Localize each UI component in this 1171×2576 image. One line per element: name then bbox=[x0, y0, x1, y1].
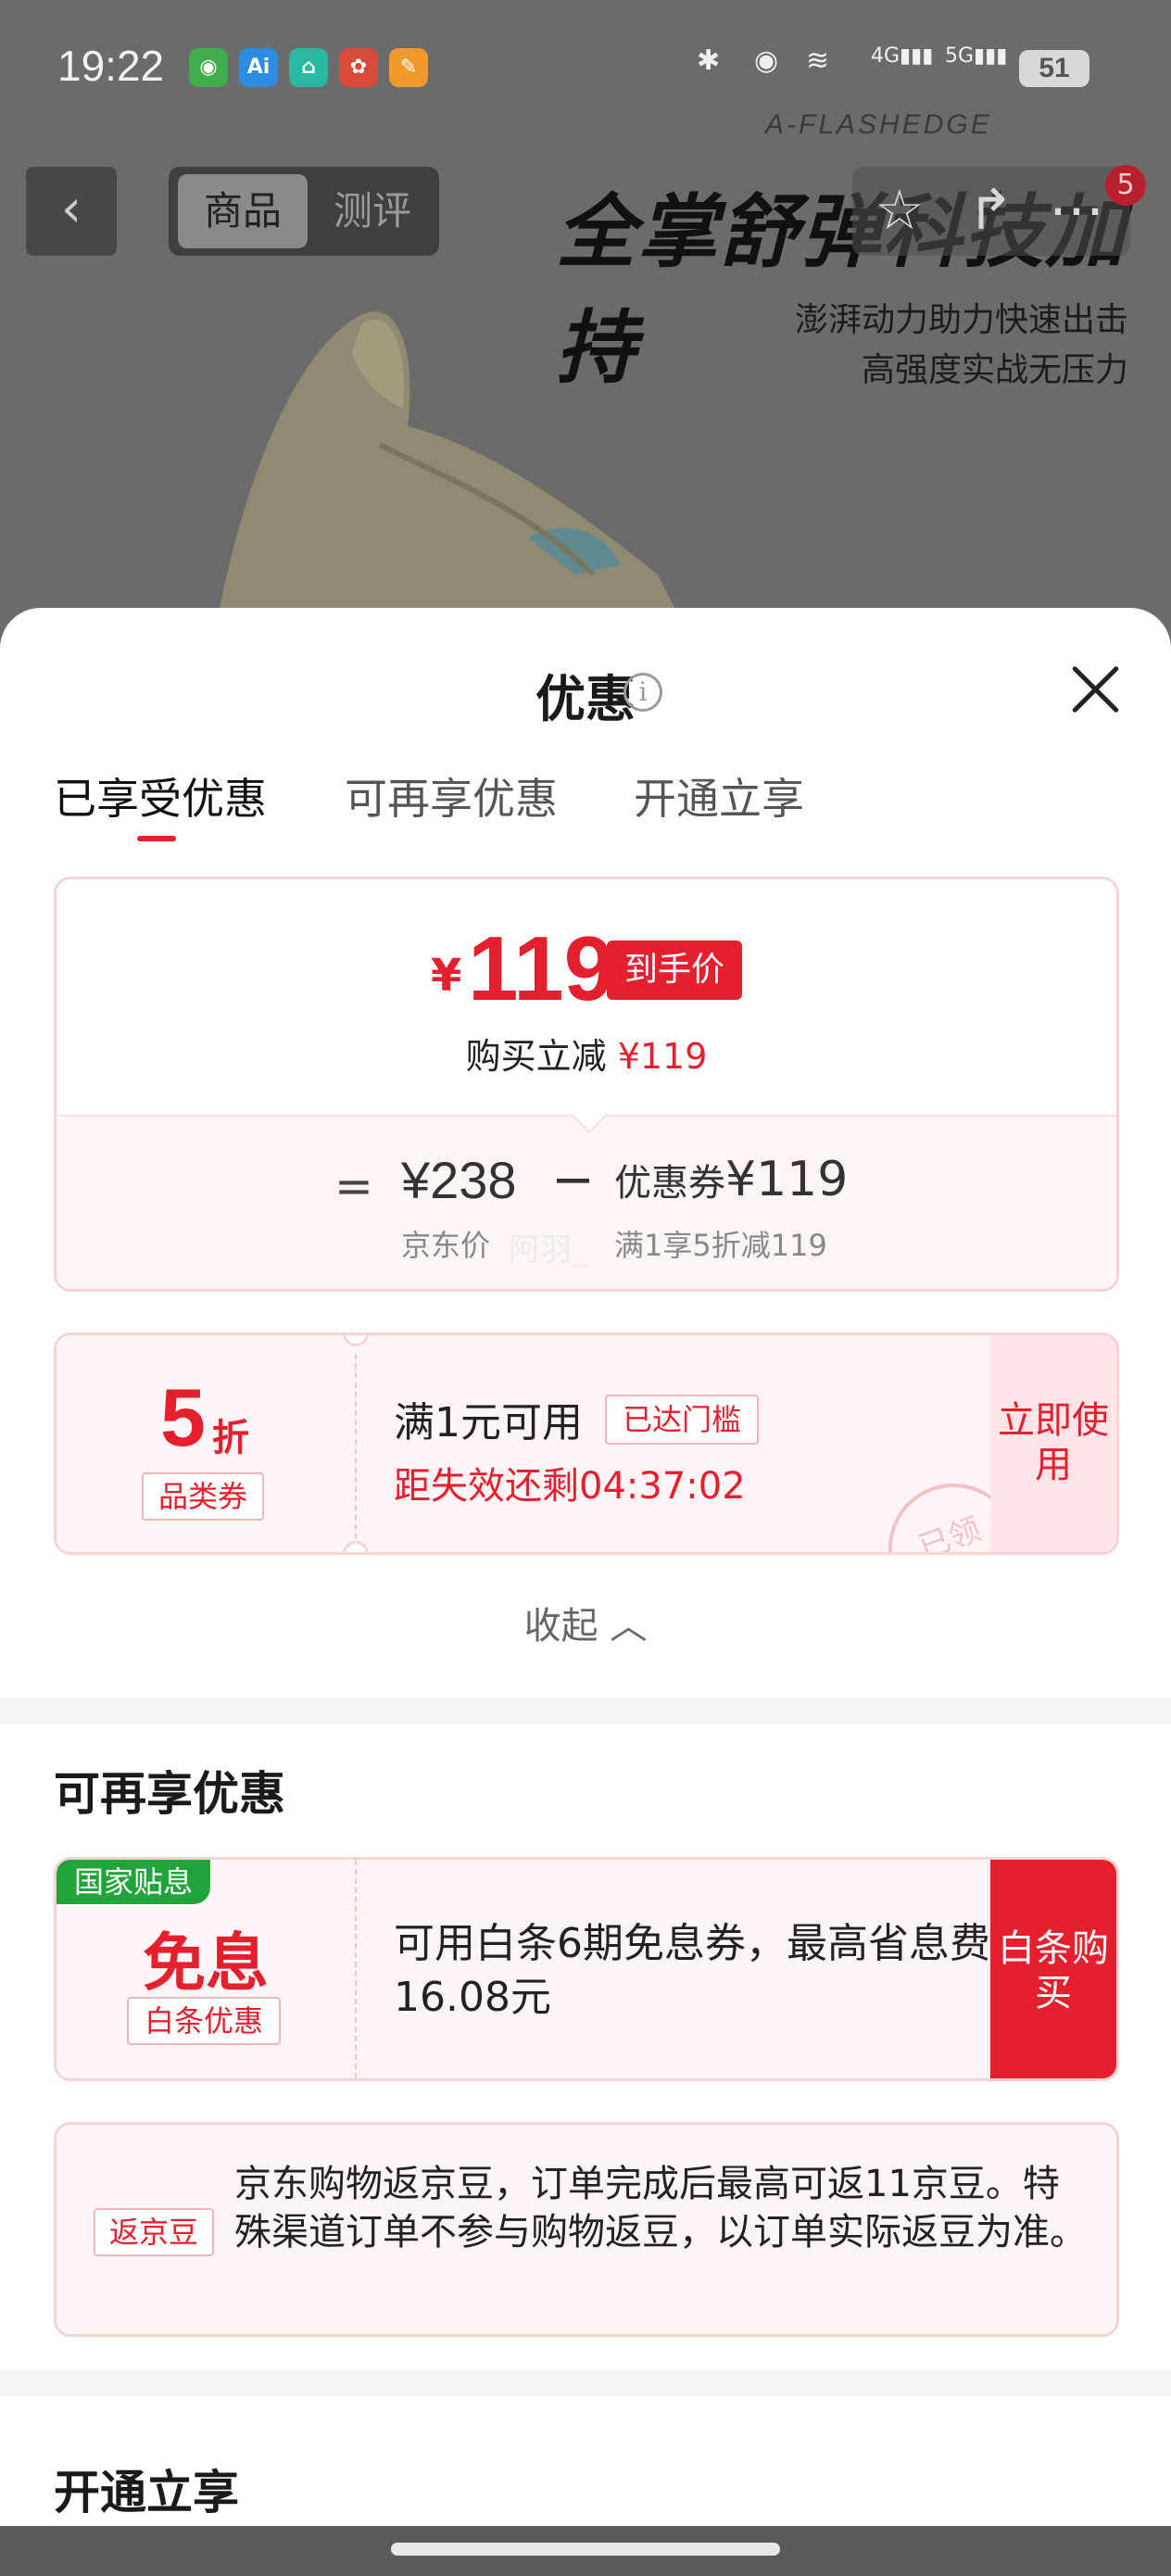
discount-unit: 折 bbox=[212, 1417, 249, 1459]
section-separator-2 bbox=[0, 2370, 1171, 2396]
coupon-value: ¥119 bbox=[725, 1152, 849, 1207]
product-tabs: 商品 测评 bbox=[169, 167, 439, 256]
top-action-bar: ☆ ↱ ⋯ bbox=[852, 167, 1130, 256]
status-time: 19:22 bbox=[57, 42, 165, 90]
tab-underline bbox=[137, 836, 176, 841]
wechat-icon: ◉ bbox=[189, 48, 228, 87]
tab-review[interactable]: 测评 bbox=[317, 174, 428, 248]
shoe-image bbox=[213, 311, 695, 649]
discount-coupon[interactable]: 5 折 品类券 满1元可用 已达门槛 距失效还剩04:37:02 已领 立即使用 bbox=[54, 1332, 1119, 1555]
home-indicator[interactable] bbox=[391, 2543, 780, 2556]
battery-icon: 51 bbox=[1019, 50, 1089, 87]
reduce-amount: ¥119 bbox=[617, 1036, 708, 1077]
tab-open[interactable]: 开通立享 bbox=[634, 765, 804, 827]
favorite-icon[interactable]: ☆ bbox=[875, 178, 925, 243]
tab-enjoyed[interactable]: 已享受优惠 bbox=[54, 765, 267, 827]
promo-sub-1: 澎湃动力助力快速出击 bbox=[794, 301, 1128, 339]
cart-icon[interactable]: ⋯ bbox=[1049, 178, 1104, 243]
brand-logo: A-FLASHEDGE bbox=[765, 109, 992, 140]
share-icon[interactable]: ↱ bbox=[967, 178, 1014, 243]
coupon-countdown: 距失效还剩04:37:02 bbox=[394, 1465, 746, 1508]
baitiao-buy-button[interactable]: 白条购买 bbox=[990, 1860, 1116, 2078]
price-card: ¥ 119 到手价 购买立减 ¥119 = ¥238 − 优惠券¥119 京东价… bbox=[54, 877, 1119, 1292]
tab-product[interactable]: 商品 bbox=[178, 174, 308, 248]
coupon-type-tag: 品类券 bbox=[142, 1472, 264, 1521]
coupon-divider bbox=[355, 1354, 357, 1539]
interest-free-card[interactable]: 国家贴息 免息 白条优惠 可用白条6期免息券，最高省息费16.08元 白条购买 bbox=[54, 1857, 1119, 2081]
state-subsidy-tag: 国家贴息 bbox=[57, 1860, 210, 1904]
coupon-condition: 满1元可用 bbox=[394, 1399, 583, 1446]
minus-sign: − bbox=[551, 1150, 595, 1210]
app-icon-4: ✿ bbox=[339, 48, 378, 87]
use-now-button[interactable]: 立即使用 bbox=[990, 1335, 1116, 1552]
coupon-notch-bottom bbox=[343, 1541, 369, 1552]
signal-icon: 4G▮▮▮ bbox=[871, 44, 934, 68]
coupon-label: 优惠券 bbox=[614, 1162, 725, 1205]
bean-desc: 京东购物返京豆，订单完成后最高可返11京豆。特殊渠道订单不参与购物返豆，以订单实… bbox=[234, 2163, 1087, 2254]
reduce-label: 购买立减 bbox=[465, 1036, 607, 1077]
final-price-tag: 到手价 bbox=[607, 941, 742, 1000]
coupon-desc: 满1享5折减119 bbox=[614, 1228, 827, 1263]
watermark: 阿羽_ bbox=[509, 1231, 587, 1269]
baitiao-tag: 白条优惠 bbox=[127, 1997, 281, 2045]
app-icon-5: ✎ bbox=[389, 48, 428, 87]
bluetooth-icon: ✱ bbox=[697, 44, 721, 77]
currency-symbol: ¥ bbox=[431, 950, 462, 1002]
reduce-line: 购买立减 ¥119 bbox=[57, 1028, 1116, 1079]
cart-count-badge: 5 bbox=[1105, 165, 1146, 206]
app-icon-3: ⌂ bbox=[289, 48, 328, 87]
location-icon: ◉ bbox=[754, 44, 779, 77]
ai-app-icon: Ai bbox=[239, 48, 278, 87]
product-page-background: 19:22 ◉ Ai ⌂ ✿ ✎ ✱ ◉ ≋ 4G▮▮▮ 5G▮▮▮ 51 A-… bbox=[0, 0, 1171, 649]
discount-tabs: 已享受优惠 可再享优惠 开通立享 bbox=[0, 765, 1171, 840]
price-top: ¥ 119 到手价 购买立减 ¥119 bbox=[57, 879, 1116, 1115]
jd-bean-card: 返京豆 京东购物返京豆，订单完成后最高可返11京豆。特殊渠道订单不参与购物返豆，… bbox=[54, 2122, 1119, 2337]
back-button[interactable]: ‹ bbox=[26, 167, 117, 256]
interest-free-desc: 可用白条6期免息券，最高省息费16.08元 bbox=[394, 1920, 990, 2021]
price-formula: = ¥238 − 优惠券¥119 京东价 阿羽_ 满1享5折减119 bbox=[57, 1115, 1116, 1289]
discount-value: 5 bbox=[160, 1371, 206, 1463]
coupon-left: 5 折 品类券 bbox=[57, 1335, 355, 1552]
section-separator bbox=[0, 1698, 1171, 1724]
close-icon[interactable] bbox=[1069, 663, 1121, 715]
promo-sub-2: 高强度实战无压力 bbox=[861, 351, 1128, 389]
sheet-title: 优惠 bbox=[535, 670, 636, 728]
final-price: 119 bbox=[468, 917, 615, 1019]
bean-tag: 返京豆 bbox=[94, 2208, 214, 2256]
coupon-amount: 优惠券¥119 bbox=[614, 1152, 848, 1207]
threshold-reached-badge: 已达门槛 bbox=[605, 1395, 759, 1445]
discount-sheet: 优惠 i 已享受优惠 可再享优惠 开通立享 ¥ 119 到手价 购买立减 ¥11… bbox=[0, 608, 1171, 2576]
equals-sign: = bbox=[334, 1159, 373, 1213]
status-bar: 19:22 ◉ Ai ⌂ ✿ ✎ ✱ ◉ ≋ 4G▮▮▮ 5G▮▮▮ 51 bbox=[0, 0, 1171, 130]
tab-more[interactable]: 可再享优惠 bbox=[345, 765, 558, 827]
interest-free-label: 免息 bbox=[142, 1927, 269, 2001]
jd-price-label: 京东价 bbox=[401, 1228, 491, 1263]
signal-5g-icon: 5G▮▮▮ bbox=[945, 44, 1008, 68]
wifi-icon: ≋ bbox=[806, 44, 830, 77]
more-discount-title: 可再享优惠 bbox=[54, 1767, 285, 1821]
card-divider bbox=[355, 1860, 357, 2078]
info-icon[interactable]: i bbox=[623, 673, 662, 712]
jd-price: ¥238 bbox=[401, 1151, 517, 1209]
collapse-button[interactable]: 收起 ︿ bbox=[0, 1596, 1171, 1649]
open-section-title: 开通立享 bbox=[54, 2466, 239, 2519]
